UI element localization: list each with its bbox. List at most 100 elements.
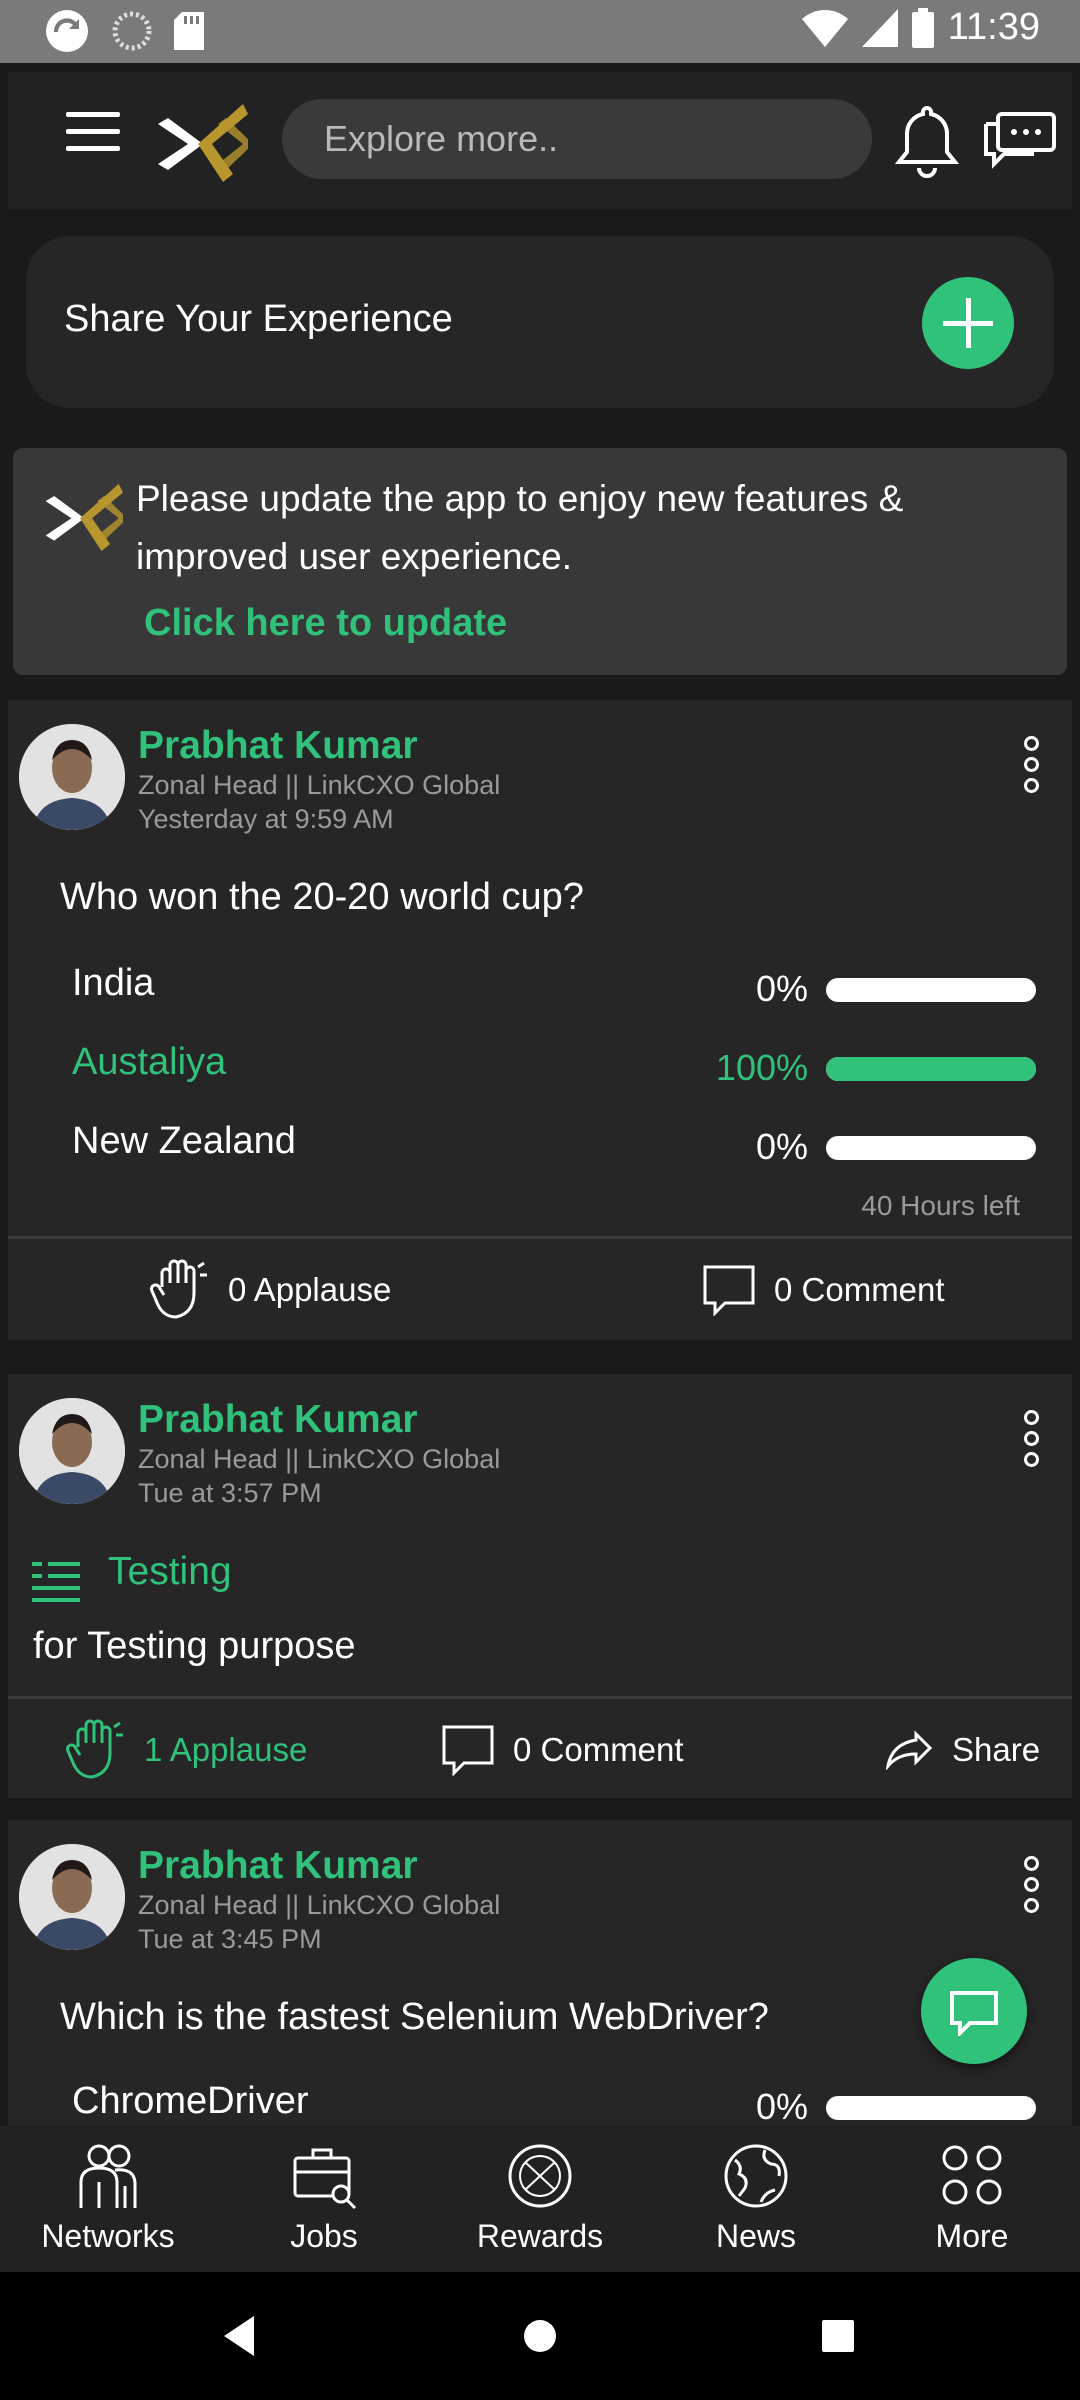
nav-networks[interactable]: Networks bbox=[0, 2126, 216, 2272]
comment-button[interactable]: 0 Comment bbox=[441, 1700, 684, 1800]
chat-fab-button[interactable] bbox=[921, 1958, 1027, 2064]
author-role: Zonal Head || LinkCXO Global bbox=[138, 1444, 501, 1474]
poll-option[interactable]: New Zealand 0% bbox=[8, 1114, 1072, 1174]
comment-count: 0 Comment bbox=[513, 1731, 684, 1768]
post-card: Prabhat Kumar Zonal Head || LinkCXO Glob… bbox=[8, 700, 1072, 1340]
comment-icon bbox=[442, 1725, 494, 1776]
post-actions: 1 Applause 0 Comment Share bbox=[8, 1700, 1072, 1800]
search-input[interactable]: Explore more.. bbox=[282, 99, 872, 179]
avatar[interactable] bbox=[19, 724, 125, 830]
more-options-icon[interactable] bbox=[1024, 1410, 1044, 1470]
nav-label: More bbox=[935, 2218, 1009, 2254]
post-actions: 0 Applause 0 Comment bbox=[8, 1240, 1072, 1340]
post-time: Tue at 3:45 PM bbox=[138, 1924, 322, 1954]
poll-option-percent: 0% bbox=[755, 968, 808, 1009]
poll-option-label: New Zealand bbox=[72, 1120, 296, 1162]
recents-icon[interactable] bbox=[808, 2306, 868, 2366]
nav-label: Rewards bbox=[476, 2218, 604, 2254]
share-experience-card[interactable]: Share Your Experience bbox=[26, 236, 1054, 408]
poll-option-label: India bbox=[72, 962, 155, 1004]
sd-card-icon bbox=[174, 12, 204, 50]
post-body: for Testing purpose bbox=[33, 1625, 356, 1667]
applause-count: 0 Applause bbox=[228, 1271, 392, 1308]
nav-label: Jobs bbox=[290, 2218, 358, 2254]
author-name[interactable]: Prabhat Kumar bbox=[138, 1398, 418, 1442]
poll-option-percent: 0% bbox=[755, 2086, 808, 2126]
notification-icons bbox=[44, 8, 204, 54]
poll-option-bar bbox=[826, 1136, 1036, 1160]
more-icon bbox=[942, 2145, 1002, 2205]
article-list-icon bbox=[32, 1562, 80, 1602]
divider bbox=[8, 1696, 1072, 1699]
post-card: Prabhat Kumar Zonal Head || LinkCXO Glob… bbox=[8, 1820, 1072, 2126]
system-icons: 11:39 bbox=[801, 6, 1040, 49]
nav-rewards[interactable]: Rewards bbox=[432, 2126, 648, 2272]
nav-jobs[interactable]: Jobs bbox=[216, 2126, 432, 2272]
applause-icon bbox=[150, 1259, 207, 1319]
poll-question: Which is the fastest Selenium WebDriver? bbox=[60, 1996, 769, 2038]
applause-count: 1 Applause bbox=[144, 1731, 308, 1768]
poll-question: Who won the 20-20 world cup? bbox=[60, 876, 584, 918]
news-icon bbox=[724, 2144, 788, 2208]
menu-icon[interactable] bbox=[66, 112, 120, 152]
post-time: Yesterday at 9:59 AM bbox=[138, 804, 394, 834]
applause-button[interactable]: 0 Applause bbox=[150, 1240, 391, 1340]
poll-option[interactable]: Austaliya 100% bbox=[8, 1035, 1072, 1095]
messages-icon[interactable] bbox=[982, 110, 1058, 170]
comment-button[interactable]: 0 Comment bbox=[702, 1240, 945, 1340]
applause-icon bbox=[66, 1719, 123, 1779]
battery-icon bbox=[911, 7, 934, 48]
networks-icon bbox=[79, 2144, 137, 2208]
linkcxo-logo bbox=[45, 483, 123, 551]
add-post-button[interactable] bbox=[922, 277, 1014, 369]
comment-icon bbox=[703, 1265, 755, 1316]
loading-icon bbox=[112, 11, 152, 51]
author-name[interactable]: Prabhat Kumar bbox=[138, 724, 418, 768]
bell-icon[interactable] bbox=[892, 104, 962, 179]
clock: 11:39 bbox=[947, 6, 1040, 48]
share-label: Share bbox=[952, 1731, 1041, 1768]
update-banner: Please update the app to enjoy new featu… bbox=[13, 448, 1067, 675]
avatar[interactable] bbox=[19, 1844, 125, 1950]
avatar[interactable] bbox=[19, 1398, 125, 1504]
share-button[interactable]: Share bbox=[886, 1700, 1040, 1800]
poll-time-left: 40 Hours left bbox=[861, 1190, 1020, 1221]
update-link[interactable]: Click here to update bbox=[144, 602, 507, 645]
applause-button[interactable]: 1 Applause bbox=[66, 1700, 307, 1800]
share-experience-label: Share Your Experience bbox=[64, 298, 453, 340]
nav-label: Networks bbox=[41, 2218, 175, 2254]
nav-more[interactable]: More bbox=[864, 2126, 1080, 2272]
author-role: Zonal Head || LinkCXO Global bbox=[138, 770, 501, 800]
poll-option-bar bbox=[826, 978, 1036, 1002]
post-time: Tue at 3:57 PM bbox=[138, 1478, 322, 1508]
rewards-icon bbox=[508, 2144, 572, 2208]
sync-icon bbox=[46, 10, 88, 52]
poll-option-bar bbox=[826, 2096, 1036, 2120]
author-name[interactable]: Prabhat Kumar bbox=[138, 1844, 418, 1888]
back-icon[interactable] bbox=[210, 2306, 270, 2366]
share-icon bbox=[886, 1730, 933, 1770]
author-role: Zonal Head || LinkCXO Global bbox=[138, 1890, 501, 1920]
nav-news[interactable]: News bbox=[648, 2126, 864, 2272]
poll-option-bar bbox=[826, 1057, 1036, 1081]
poll-option-label: ChromeDriver bbox=[72, 2080, 309, 2122]
poll-option[interactable]: ChromeDriver 0% bbox=[8, 2074, 1072, 2126]
poll-option-label: Austaliya bbox=[72, 1041, 227, 1083]
chat-icon bbox=[950, 1991, 998, 2036]
wifi-icon bbox=[801, 9, 848, 47]
home-icon[interactable] bbox=[510, 2306, 570, 2366]
linkcxo-logo bbox=[158, 104, 248, 182]
more-options-icon[interactable] bbox=[1024, 1856, 1044, 1916]
poll-option-percent: 0% bbox=[755, 1126, 808, 1167]
jobs-icon bbox=[293, 2148, 357, 2210]
status-bar: 11:39 bbox=[0, 0, 1080, 63]
comment-count: 0 Comment bbox=[774, 1271, 945, 1308]
poll-option[interactable]: India 0% bbox=[8, 956, 1072, 1016]
post-card: Prabhat Kumar Zonal Head || LinkCXO Glob… bbox=[8, 1374, 1072, 1798]
cell-signal-icon bbox=[861, 8, 898, 47]
post-title[interactable]: Testing bbox=[108, 1550, 232, 1594]
more-options-icon[interactable] bbox=[1024, 736, 1044, 796]
bottom-navigation: Networks Jobs Rewards News More bbox=[0, 2126, 1080, 2272]
update-message: Please update the app to enjoy new featu… bbox=[136, 478, 904, 577]
system-navigation-bar bbox=[0, 2272, 1080, 2400]
